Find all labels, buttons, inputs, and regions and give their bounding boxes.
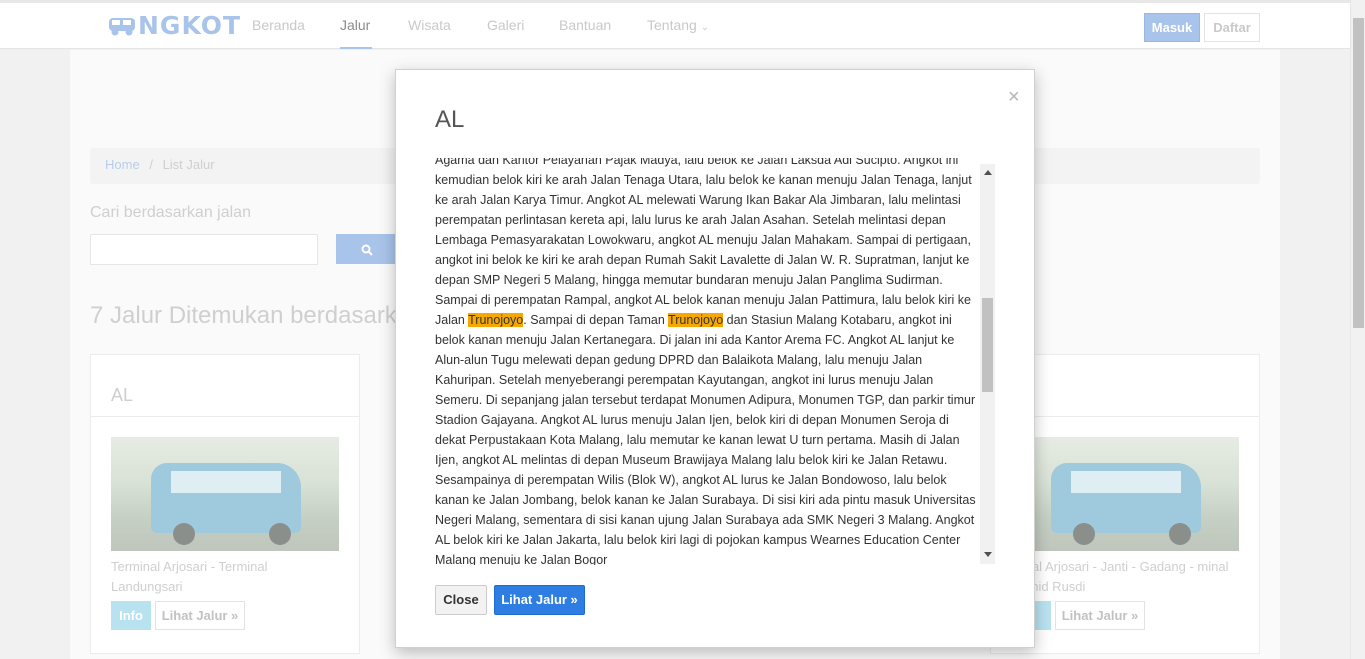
chevron-down-icon: ⌄	[700, 22, 710, 33]
navbar: NGKOT Beranda Jalur Wisata Galeri Bantua…	[0, 0, 1350, 49]
nav-bantuan[interactable]: Bantuan	[559, 17, 611, 33]
search-label: Cari berdasarkan jalan	[90, 204, 251, 221]
modal-title: AL	[435, 106, 465, 133]
breadcrumb-separator: /	[149, 157, 153, 172]
route-text: dan Stasiun Malang Kotabaru, angkot ini …	[435, 313, 976, 565]
search-input[interactable]	[90, 234, 318, 265]
nav-jalur[interactable]: Jalur	[340, 17, 370, 33]
nav-active-indicator	[340, 47, 372, 49]
search-button[interactable]	[336, 234, 398, 264]
card-route: minal Arjosari - Janti - Gadang - minal …	[1011, 559, 1229, 594]
info-button[interactable]: Info	[111, 601, 151, 630]
breadcrumb-home[interactable]: Home	[105, 157, 140, 172]
search-highlight: Trunojoyo	[668, 313, 724, 327]
page-scrollbar[interactable]	[1350, 0, 1365, 659]
lihat-jalur-button[interactable]: Lihat Jalur »	[1055, 601, 1145, 630]
nav-tentang-label: Tentang	[647, 17, 697, 33]
search-icon	[361, 244, 373, 257]
modal-body[interactable]: Agama dan Kantor Pelayanan Pajak Madya, …	[435, 158, 995, 565]
angkot-van-icon	[109, 17, 135, 35]
scroll-up-icon[interactable]	[984, 170, 992, 175]
route-text: Agama dan Kantor Pelayanan Pajak Madya, …	[435, 158, 972, 327]
masuk-button[interactable]: Masuk	[1144, 13, 1200, 42]
nav-galeri[interactable]: Galeri	[487, 17, 524, 33]
angkot-photo	[111, 437, 339, 551]
lihat-jalur-button[interactable]: Lihat Jalur »	[155, 601, 245, 630]
close-icon[interactable]: ×	[1008, 87, 1020, 107]
nav-wisata[interactable]: Wisata	[408, 17, 451, 33]
angkot-photo	[1011, 437, 1239, 551]
page-scrollbar-thumb[interactable]	[1353, 18, 1364, 328]
route-text: . Sampai di depan Taman	[523, 313, 669, 327]
modal-scrollbar[interactable]	[980, 164, 995, 564]
nav-tentang[interactable]: Tentang ⌄	[647, 17, 709, 33]
brand-name: NGKOT	[138, 11, 241, 40]
scroll-down-icon[interactable]	[984, 552, 992, 557]
route-description: Agama dan Kantor Pelayanan Pajak Madya, …	[435, 158, 977, 565]
route-card: AL Terminal Arjosari - Terminal Landungs…	[90, 354, 360, 654]
breadcrumb-current: List Jalur	[162, 157, 215, 172]
search-highlight: Trunojoyo	[468, 313, 524, 327]
close-button[interactable]: Close	[435, 585, 487, 615]
nav-beranda[interactable]: Beranda	[252, 17, 305, 33]
route-modal: × AL Agama dan Kantor Pelayanan Pajak Ma…	[395, 69, 1035, 648]
card-title: AL	[91, 355, 359, 417]
brand-logo[interactable]: NGKOT	[108, 11, 241, 40]
daftar-button[interactable]: Daftar	[1204, 13, 1260, 42]
modal-scrollbar-thumb[interactable]	[982, 298, 993, 392]
result-title: 7 Jalur Ditemukan berdasarkan	[90, 302, 424, 329]
card-route: Terminal Arjosari - Terminal Landungsari	[111, 559, 268, 594]
lihat-jalur-modal-button[interactable]: Lihat Jalur »	[494, 585, 585, 615]
